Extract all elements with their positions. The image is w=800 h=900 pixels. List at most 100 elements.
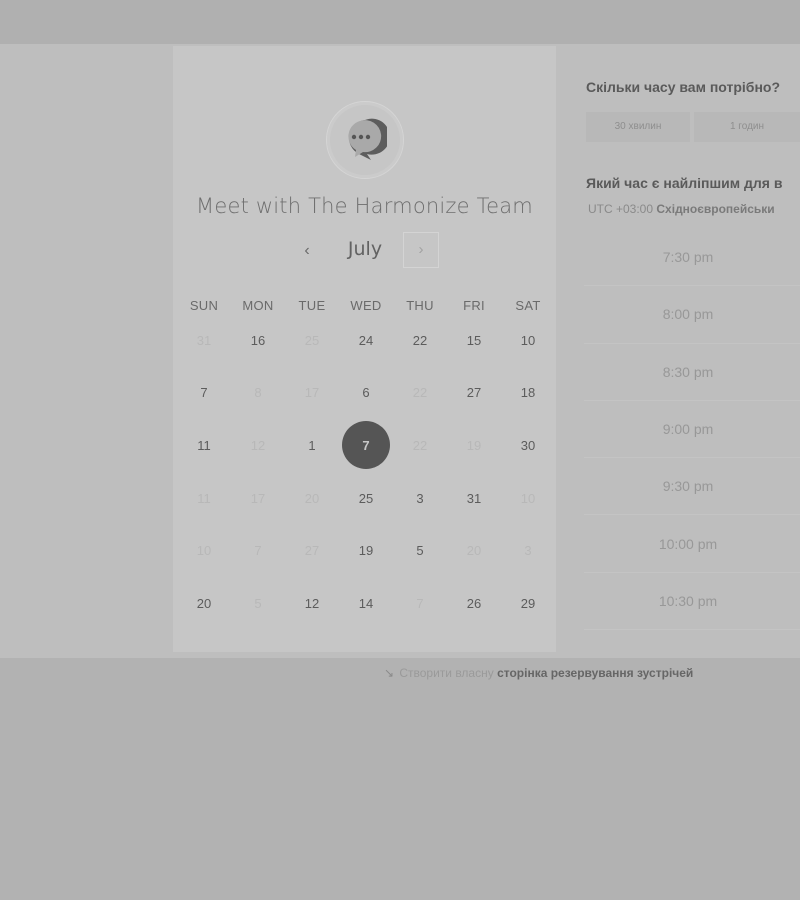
calendar-day[interactable]: 10	[501, 314, 555, 367]
calendar-day-number: 7	[200, 385, 208, 401]
calendar-day: 8	[231, 367, 285, 420]
month-label: July	[347, 238, 383, 260]
time-question: Який час є найліпшим для в	[586, 175, 783, 191]
calendar-day[interactable]: 7	[177, 367, 231, 420]
calendar-day[interactable]: 27	[447, 367, 501, 420]
create-booking-page-link[interactable]: сторінка резервування зустрічей	[497, 666, 693, 680]
calendar-day-number: 31	[196, 332, 212, 348]
calendar-day-number: 17	[304, 385, 320, 401]
next-month-button[interactable]: ›	[403, 232, 439, 268]
calendar-day[interactable]: 14	[339, 577, 393, 630]
calendar-day[interactable]: 18	[501, 367, 555, 420]
calendar-day-number: 3	[524, 543, 532, 559]
calendar-day: 11	[177, 472, 231, 525]
calendar-day[interactable]: 24	[339, 314, 393, 367]
weekday-fri: FRI	[463, 298, 485, 313]
calendar-day-number: 20	[304, 490, 320, 506]
weekday-sat: SAT	[515, 298, 541, 313]
footer-note: ↘ Створити власну сторінка резервування …	[382, 666, 693, 680]
calendar-day-number: 20	[466, 543, 482, 559]
calendar-day[interactable]: 16	[231, 314, 285, 367]
calendar-day-number: 18	[520, 385, 536, 401]
calendar-day-number: 7	[342, 421, 390, 470]
calendar-day[interactable]: 15	[447, 314, 501, 367]
weekday-header: SUN MON TUE WED THU FRI SAT	[177, 298, 555, 313]
calendar-day[interactable]: 31	[447, 472, 501, 525]
calendar-day-number: 10	[520, 490, 536, 506]
calendar-day-number: 20	[196, 595, 212, 611]
calendar-day: 20	[447, 524, 501, 577]
calendar-day[interactable]: 11	[177, 419, 231, 472]
duration-question: Скільки часу вам потрібно?	[586, 79, 781, 95]
meeting-title: Meet with The Harmonize Team	[196, 194, 533, 218]
timezone-name: Східноєвропейськи	[656, 202, 775, 216]
calendar-week: 10 7 27 19 5 20 3	[177, 524, 555, 577]
time-slot-list: 7:30 pm 8:00 pm 8:30 pm 9:00 pm 9:30 pm …	[584, 229, 800, 631]
time-slot[interactable]: 8:30 pm	[584, 344, 800, 401]
duration-option-30-min[interactable]: 30 хвилин	[586, 112, 690, 142]
calendar-day-number: 8	[254, 385, 262, 401]
calendar-day: 3	[501, 524, 555, 577]
calendar-day[interactable]: 5	[393, 524, 447, 577]
calendar-day-number: 11	[197, 437, 211, 453]
calendar-day-number: 5	[254, 595, 262, 611]
calendar-day-number: 1	[308, 437, 316, 453]
calendar-day: 19	[447, 419, 501, 472]
calendar-day: 27	[285, 524, 339, 577]
calendar-day[interactable]: 19	[339, 524, 393, 577]
calendar-day-number: 12	[304, 595, 320, 611]
month-navigation: ‹ July ›	[173, 232, 556, 272]
chevron-right-icon: ›	[418, 241, 424, 258]
calendar-day[interactable]: 25	[339, 472, 393, 525]
time-slot[interactable]: 10:00 pm	[584, 515, 800, 573]
timezone-selector[interactable]: UTC +03:00 Східноєвропейськи	[588, 202, 775, 216]
calendar-week: 31 16 25 24 22 15 10	[177, 314, 555, 367]
calendar-day: 10	[177, 524, 231, 577]
calendar-week: 11 17 20 25 3 31 10	[177, 472, 555, 525]
calendar-day-number: 30	[520, 437, 536, 453]
calendar-day[interactable]: 29	[501, 577, 555, 630]
timezone-offset: UTC +03:00	[588, 202, 654, 216]
calendar-week: 20 5 12 14 7 26 29	[177, 577, 555, 630]
calendar-day[interactable]: 12	[285, 577, 339, 630]
calendar-day[interactable]: 22	[393, 314, 447, 367]
calendar-day-number: 17	[250, 490, 266, 506]
calendar-day[interactable]: 3	[393, 472, 447, 525]
time-slot[interactable]: 7:30 pm	[584, 229, 800, 287]
calendar-day-number: 7	[254, 543, 262, 559]
time-slot[interactable]: 8:00 pm	[584, 286, 800, 344]
calendar-day-number: 19	[358, 543, 374, 559]
prev-month-button[interactable]: ‹	[291, 235, 323, 267]
weekday-mon: MON	[242, 298, 274, 313]
calendar-day: 5	[231, 577, 285, 630]
calendar-day-number: 11	[197, 490, 211, 506]
time-slot[interactable]: 9:00 pm	[584, 401, 800, 459]
calendar-day-selected[interactable]: 7	[339, 419, 393, 472]
calendar-day[interactable]: 6	[339, 367, 393, 420]
calendar-day-number: 6	[362, 385, 370, 401]
calendar-day: 7	[393, 577, 447, 630]
calendar-day-number: 26	[466, 595, 482, 611]
calendar-card: Meet with The Harmonize Team ‹ July › SU…	[173, 46, 556, 652]
calendar-day: 25	[285, 314, 339, 367]
calendar-day: 17	[231, 472, 285, 525]
calendar-day-number: 25	[304, 332, 320, 348]
calendar-day: 7	[231, 524, 285, 577]
calendar-day[interactable]: 30	[501, 419, 555, 472]
calendar-day: 17	[285, 367, 339, 420]
calendar-day-number: 24	[358, 332, 374, 348]
calendar-day: 20	[285, 472, 339, 525]
weekday-wed: WED	[350, 298, 382, 313]
calendar-day-number: 5	[416, 543, 424, 559]
time-slot[interactable]: 9:30 pm	[584, 458, 800, 516]
calendar-day-number: 10	[196, 543, 212, 559]
calendar-day[interactable]: 1	[285, 419, 339, 472]
time-slot[interactable]: 10:30 pm	[584, 573, 800, 631]
calendar-day[interactable]: 26	[447, 577, 501, 630]
calendar-day-number: 22	[412, 437, 428, 453]
calendar-day: 22	[393, 419, 447, 472]
calendar-day[interactable]: 20	[177, 577, 231, 630]
chat-bubble-icon	[348, 118, 387, 160]
duration-option-1-hour[interactable]: 1 годин	[694, 112, 800, 142]
pointer-icon: ↘	[383, 666, 395, 680]
